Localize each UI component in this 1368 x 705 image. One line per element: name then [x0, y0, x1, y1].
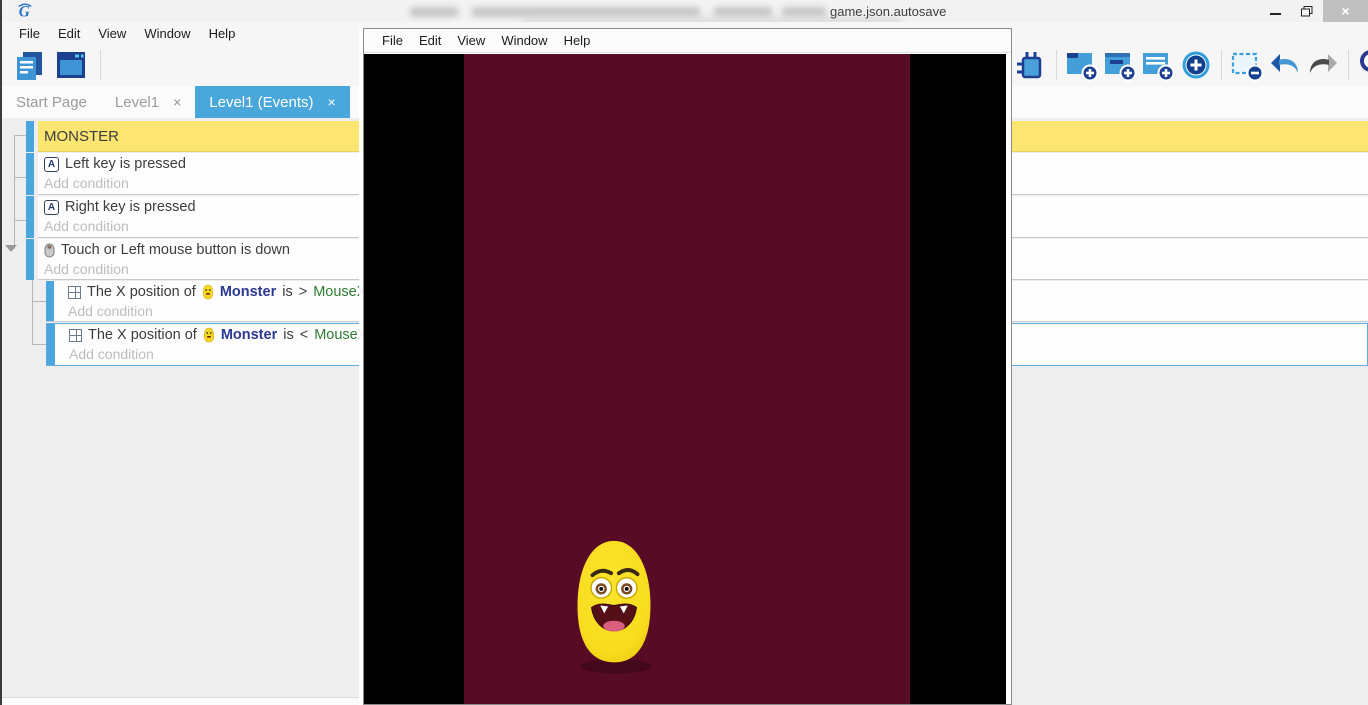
tree-line — [14, 135, 26, 136]
event-bar[interactable] — [26, 239, 34, 280]
debugger-icon[interactable] — [1014, 48, 1048, 82]
horizontal-scrollbar[interactable] — [2, 697, 360, 705]
tab-label: Start Page — [16, 94, 87, 111]
preview-menu-window[interactable]: Window — [493, 33, 555, 48]
redacted-title-text — [782, 7, 826, 17]
keyboard-icon: A — [44, 200, 59, 215]
preview-window: File Edit View Window Help — [363, 28, 1012, 705]
menu-view[interactable]: View — [89, 26, 135, 41]
project-manager-icon[interactable] — [12, 48, 46, 82]
toolbar-separator — [1221, 50, 1222, 80]
expand-arrow-icon[interactable] — [5, 245, 17, 252]
event-bar[interactable] — [26, 121, 34, 152]
keyboard-icon: A — [44, 157, 59, 172]
tree-line — [32, 301, 46, 302]
condition-verb: is — [283, 327, 293, 343]
condition-verb: is — [282, 284, 292, 300]
gdevelop-logo-icon: G — [16, 2, 34, 20]
tree-line — [32, 344, 46, 345]
toolbar-right-group — [1014, 48, 1368, 82]
condition-text: Right key is pressed — [65, 199, 196, 215]
condition-operator: > — [299, 284, 307, 300]
toolbar-separator — [100, 50, 101, 80]
add-subevent-icon[interactable] — [1103, 48, 1137, 82]
menu-window[interactable]: Window — [135, 26, 199, 41]
condition-operator: < — [300, 327, 308, 343]
event-bar[interactable] — [26, 153, 34, 195]
position-icon — [68, 286, 81, 299]
toolbar-left-group — [12, 48, 105, 82]
condition-text: Touch or Left mouse button is down — [61, 242, 290, 258]
redacted-title-text — [410, 7, 458, 17]
add-event-icon[interactable] — [1065, 48, 1099, 82]
add-comment-icon[interactable] — [1141, 48, 1175, 82]
preview-menu-edit[interactable]: Edit — [411, 33, 449, 48]
monster-sprite — [565, 536, 663, 678]
condition-text: The X position of — [88, 327, 197, 343]
preview-menu-view[interactable]: View — [449, 33, 493, 48]
event-bar[interactable] — [26, 196, 34, 238]
mouse-icon — [44, 243, 55, 258]
tab-label: Level1 — [115, 94, 159, 111]
preview-menubar: File Edit View Window Help — [364, 29, 1011, 53]
scene-background — [464, 54, 910, 704]
redacted-title-text — [472, 7, 700, 17]
tab-close-icon[interactable]: × — [173, 94, 181, 110]
window-title: game.json.autosave — [830, 4, 946, 19]
menu-help[interactable]: Help — [200, 26, 245, 41]
search-icon[interactable] — [1357, 48, 1368, 82]
tree-line — [14, 177, 26, 178]
remove-event-icon[interactable] — [1230, 48, 1264, 82]
comment-text: MONSTER — [44, 128, 119, 145]
condition-text: The X position of — [87, 284, 196, 300]
menu-edit[interactable]: Edit — [49, 26, 89, 41]
condition-text: Left key is pressed — [65, 156, 186, 172]
monster-thumbnail-icon — [203, 327, 215, 343]
tab-level1-events[interactable]: Level1 (Events) × — [195, 86, 349, 118]
preview-menu-help[interactable]: Help — [556, 33, 599, 48]
undo-icon[interactable] — [1268, 48, 1302, 82]
minimize-button[interactable] — [1259, 0, 1291, 22]
tab-close-icon[interactable]: × — [328, 94, 336, 110]
titlebar: G game.json.autosave × — [2, 0, 1368, 22]
restore-button[interactable] — [1291, 0, 1323, 22]
toolbar-separator — [1056, 50, 1057, 80]
position-icon — [69, 329, 82, 342]
redacted-title-text — [714, 7, 772, 17]
close-button[interactable]: × — [1323, 0, 1368, 22]
game-canvas[interactable] — [364, 54, 1006, 704]
scene-window-icon[interactable] — [54, 48, 88, 82]
tree-line — [32, 275, 33, 345]
tree-line — [14, 220, 26, 221]
restore-icon — [1301, 6, 1313, 17]
preview-menu-file[interactable]: File — [374, 33, 411, 48]
redo-icon[interactable] — [1306, 48, 1340, 82]
tree-line — [14, 135, 15, 249]
object-name: Monster — [220, 284, 276, 300]
tab-label: Level1 (Events) — [209, 94, 313, 111]
tab-level1[interactable]: Level1 × — [101, 86, 195, 118]
menu-file[interactable]: File — [10, 26, 49, 41]
toolbar-separator — [1348, 50, 1349, 80]
add-circle-icon[interactable] — [1179, 48, 1213, 82]
gdevelop-main-window: G game.json.autosave × File Edit View Wi… — [0, 0, 1368, 705]
tab-start-page[interactable]: Start Page — [2, 86, 101, 118]
window-controls: × — [1259, 0, 1368, 22]
monster-thumbnail-icon — [202, 284, 214, 300]
object-name: Monster — [221, 327, 277, 343]
